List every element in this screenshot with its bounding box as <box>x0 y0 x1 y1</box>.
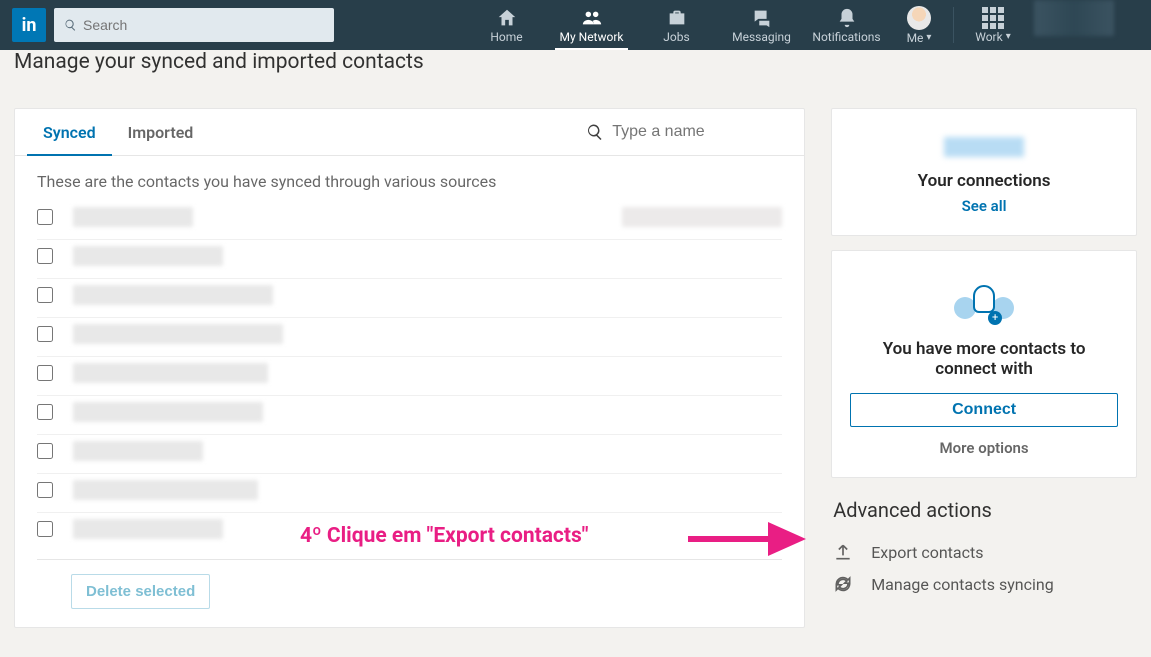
sync-icon <box>833 574 853 594</box>
contact-row <box>15 201 804 233</box>
contact-row <box>15 474 804 506</box>
contact-checkbox[interactable] <box>37 404 53 420</box>
nav-label: Notifications <box>812 30 880 44</box>
caret-down-icon: ▾ <box>926 32 931 43</box>
name-filter[interactable] <box>586 123 792 141</box>
manage-label: Manage contacts syncing <box>871 575 1054 594</box>
nav-me[interactable]: Me▾ <box>889 0 949 50</box>
contact-row <box>15 396 804 428</box>
connect-prompt: You have more contacts to connect with <box>850 339 1118 379</box>
contact-name-blurred <box>73 402 263 422</box>
contact-info-blurred <box>622 207 782 227</box>
contact-row <box>15 279 804 311</box>
contacts-card: Synced Imported These are the contacts y… <box>14 108 805 628</box>
contact-checkbox[interactable] <box>37 326 53 342</box>
nav-jobs[interactable]: Jobs <box>634 0 719 50</box>
see-all-link[interactable]: See all <box>850 197 1118 215</box>
nav-label: Home <box>490 30 522 44</box>
contact-checkbox[interactable] <box>37 443 53 459</box>
contact-checkbox[interactable] <box>37 482 53 498</box>
nav-items: Home My Network Jobs Messaging Notificat… <box>464 0 1114 50</box>
contact-row <box>15 435 804 467</box>
name-filter-input[interactable] <box>612 123 792 141</box>
contact-row <box>15 318 804 350</box>
manage-syncing-link[interactable]: Manage contacts syncing <box>831 568 1137 600</box>
linkedin-logo[interactable]: in <box>12 8 46 42</box>
connections-title: Your connections <box>850 171 1118 191</box>
contact-checkbox[interactable] <box>37 209 53 225</box>
apps-grid-icon <box>982 7 1004 29</box>
nav-notifications[interactable]: Notifications <box>804 0 889 50</box>
delete-selected-button[interactable]: Delete selected <box>71 574 210 609</box>
contact-name-blurred <box>73 246 223 266</box>
nav-label: Jobs <box>663 30 689 44</box>
bell-icon <box>836 7 858 29</box>
nav-label: Messaging <box>732 30 791 44</box>
synced-description: These are the contacts you have synced t… <box>15 156 804 201</box>
nav-label: Me▾ <box>907 31 932 45</box>
contact-checkbox[interactable] <box>37 365 53 381</box>
contact-row <box>15 357 804 389</box>
caret-down-icon: ▾ <box>1006 31 1011 42</box>
connections-card: Your connections See all <box>831 108 1137 236</box>
contact-name-blurred <box>73 519 223 539</box>
connect-card: + You have more contacts to connect with… <box>831 250 1137 478</box>
global-search[interactable] <box>54 8 334 42</box>
contact-checkbox[interactable] <box>37 521 53 537</box>
contact-name-blurred <box>73 363 268 383</box>
contact-checkbox[interactable] <box>37 287 53 303</box>
more-options-link[interactable]: More options <box>850 439 1118 457</box>
contact-name-blurred <box>73 285 273 305</box>
tab-imported[interactable]: Imported <box>112 109 210 155</box>
nav-label: My Network <box>560 30 624 44</box>
connection-count-blurred <box>944 137 1024 157</box>
nav-home[interactable]: Home <box>464 0 549 50</box>
search-input[interactable] <box>83 17 324 33</box>
contact-name-blurred <box>73 207 193 227</box>
top-nav: in Home My Network Jobs Messaging Notifi… <box>0 0 1151 50</box>
promo-blurred <box>1034 0 1114 36</box>
tutorial-arrow <box>688 514 808 564</box>
contact-checkbox[interactable] <box>37 248 53 264</box>
tutorial-annotation: 4º Clique em "Export contacts" <box>300 524 588 548</box>
nav-label: Work▾ <box>975 30 1011 44</box>
search-icon <box>586 123 604 141</box>
messaging-icon <box>751 7 773 29</box>
contact-name-blurred <box>73 480 258 500</box>
export-label: Export contacts <box>871 543 983 562</box>
home-icon <box>496 7 518 29</box>
contact-name-blurred <box>73 324 283 344</box>
nav-work[interactable]: Work▾ <box>958 0 1028 50</box>
nav-messaging[interactable]: Messaging <box>719 0 804 50</box>
advanced-actions-title: Advanced actions <box>833 498 1137 522</box>
contact-row <box>15 240 804 272</box>
search-icon <box>64 18 77 32</box>
export-contacts-link[interactable]: Export contacts <box>831 536 1137 568</box>
people-icon <box>581 7 603 29</box>
tab-synced[interactable]: Synced <box>27 109 112 155</box>
connect-button[interactable]: Connect <box>850 393 1118 427</box>
contact-name-blurred <box>73 441 203 461</box>
page-title: Manage your synced and imported contacts <box>14 50 1137 74</box>
people-graphic-icon: + <box>954 285 1014 327</box>
nav-divider <box>953 7 954 43</box>
avatar <box>907 6 931 30</box>
tabs: Synced Imported <box>15 109 804 156</box>
export-icon <box>833 542 853 562</box>
nav-my-network[interactable]: My Network <box>549 0 634 50</box>
briefcase-icon <box>666 7 688 29</box>
